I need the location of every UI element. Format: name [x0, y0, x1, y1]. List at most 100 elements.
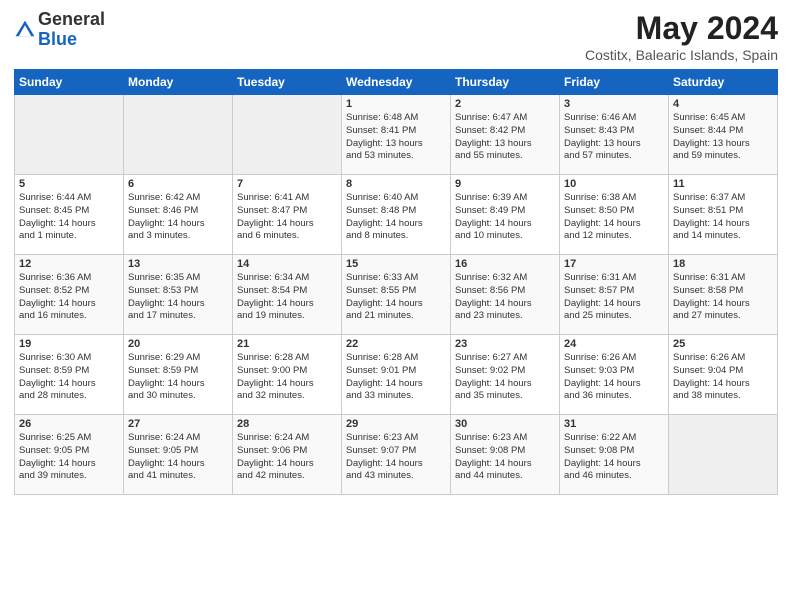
day-number: 24: [564, 338, 664, 350]
day-info: Sunrise: 6:42 AM Sunset: 8:46 PM Dayligh…: [128, 192, 228, 243]
day-cell: 8Sunrise: 6:40 AM Sunset: 8:48 PM Daylig…: [342, 175, 451, 255]
day-number: 10: [564, 178, 664, 190]
day-cell: 27Sunrise: 6:24 AM Sunset: 9:05 PM Dayli…: [124, 415, 233, 495]
day-cell: 26 Sunrise: 6:25 AM Sunset: 9:05 PM Dayli…: [15, 415, 124, 495]
day-info: Sunrise: 6:37 AM Sunset: 8:51 PM Dayligh…: [673, 192, 773, 243]
week-row-1: 1 Sunrise: 6:48 AM Sunset: 8:41 PM Daylig…: [15, 95, 778, 175]
day-info: Sunrise: 6:28 AM Sunset: 9:01 PM Dayligh…: [346, 352, 446, 403]
day-info: Sunrise: 6:44 AM Sunset: 8:45 PM Dayligh…: [19, 192, 119, 243]
day-info: Sunrise: 6:46 AM Sunset: 8:43 PM Dayligh…: [564, 112, 664, 163]
logo: General Blue: [14, 10, 105, 50]
page-header: General Blue May 2024 Costitx, Balearic …: [14, 10, 778, 63]
day-cell: 31Sunrise: 6:22 AM Sunset: 9:08 PM Dayli…: [560, 415, 669, 495]
day-number: 14: [237, 258, 337, 270]
col-header-monday: Monday: [124, 70, 233, 95]
day-info: Sunrise: 6:47 AM Sunset: 8:42 PM Dayligh…: [455, 112, 555, 163]
day-info: Sunrise: 6:28 AM Sunset: 9:00 PM Dayligh…: [237, 352, 337, 403]
day-info: Sunrise: 6:22 AM Sunset: 9:08 PM Dayligh…: [564, 432, 664, 483]
day-number: 3: [564, 98, 664, 110]
day-number: 9: [455, 178, 555, 190]
day-number: 18: [673, 258, 773, 270]
day-cell: 18 Sunrise: 6:31 AM Sunset: 8:58 PM Dayli…: [669, 255, 778, 335]
day-info: Sunrise: 6:29 AM Sunset: 8:59 PM Dayligh…: [128, 352, 228, 403]
day-number: 15: [346, 258, 446, 270]
col-header-friday: Friday: [560, 70, 669, 95]
day-cell: [233, 95, 342, 175]
day-cell: 2Sunrise: 6:47 AM Sunset: 8:42 PM Daylig…: [451, 95, 560, 175]
day-cell: 28Sunrise: 6:24 AM Sunset: 9:06 PM Dayli…: [233, 415, 342, 495]
day-number: 12: [19, 258, 119, 270]
title-block: May 2024 Costitx, Balearic Islands, Spai…: [585, 10, 778, 63]
day-info: Sunrise: 6:36 AM Sunset: 8:52 PM Dayligh…: [19, 272, 119, 323]
day-cell: 19 Sunrise: 6:30 AM Sunset: 8:59 PM Dayli…: [15, 335, 124, 415]
day-info: Sunrise: 6:23 AM Sunset: 9:07 PM Dayligh…: [346, 432, 446, 483]
day-cell: 21 Sunrise: 6:28 AM Sunset: 9:00 PM Dayli…: [233, 335, 342, 415]
day-cell: 13 Sunrise: 6:35 AM Sunset: 8:53 PM Dayli…: [124, 255, 233, 335]
day-number: 19: [19, 338, 119, 350]
day-cell: 16 Sunrise: 6:32 AM Sunset: 8:56 PM Dayli…: [451, 255, 560, 335]
day-cell: 22 Sunrise: 6:28 AM Sunset: 9:01 PM Dayli…: [342, 335, 451, 415]
day-info: Sunrise: 6:35 AM Sunset: 8:53 PM Dayligh…: [128, 272, 228, 323]
day-number: 17: [564, 258, 664, 270]
day-cell: 7Sunrise: 6:41 AM Sunset: 8:47 PM Daylig…: [233, 175, 342, 255]
day-number: 1: [346, 98, 446, 110]
day-cell: 12 Sunrise: 6:36 AM Sunset: 8:52 PM Dayli…: [15, 255, 124, 335]
day-number: 4: [673, 98, 773, 110]
subtitle: Costitx, Balearic Islands, Spain: [585, 47, 778, 63]
day-info: Sunrise: 6:41 AM Sunset: 8:47 PM Dayligh…: [237, 192, 337, 243]
day-cell: 14 Sunrise: 6:34 AM Sunset: 8:54 PM Dayli…: [233, 255, 342, 335]
col-header-wednesday: Wednesday: [342, 70, 451, 95]
col-header-thursday: Thursday: [451, 70, 560, 95]
day-info: Sunrise: 6:31 AM Sunset: 8:58 PM Dayligh…: [673, 272, 773, 323]
day-info: Sunrise: 6:27 AM Sunset: 9:02 PM Dayligh…: [455, 352, 555, 403]
day-number: 22: [346, 338, 446, 350]
day-info: Sunrise: 6:23 AM Sunset: 9:08 PM Dayligh…: [455, 432, 555, 483]
day-cell: 5 Sunrise: 6:44 AM Sunset: 8:45 PM Daylig…: [15, 175, 124, 255]
day-cell: 3 Sunrise: 6:46 AM Sunset: 8:43 PM Daylig…: [560, 95, 669, 175]
day-number: 5: [19, 178, 119, 190]
day-number: 28: [237, 418, 337, 430]
day-info: Sunrise: 6:48 AM Sunset: 8:41 PM Dayligh…: [346, 112, 446, 163]
day-cell: [669, 415, 778, 495]
week-row-4: 19 Sunrise: 6:30 AM Sunset: 8:59 PM Dayli…: [15, 335, 778, 415]
day-number: 16: [455, 258, 555, 270]
day-cell: 10Sunrise: 6:38 AM Sunset: 8:50 PM Dayli…: [560, 175, 669, 255]
day-info: Sunrise: 6:33 AM Sunset: 8:55 PM Dayligh…: [346, 272, 446, 323]
day-cell: [15, 95, 124, 175]
day-cell: 6 Sunrise: 6:42 AM Sunset: 8:46 PM Daylig…: [124, 175, 233, 255]
week-row-3: 12 Sunrise: 6:36 AM Sunset: 8:52 PM Dayli…: [15, 255, 778, 335]
day-info: Sunrise: 6:34 AM Sunset: 8:54 PM Dayligh…: [237, 272, 337, 323]
day-cell: 11Sunrise: 6:37 AM Sunset: 8:51 PM Dayli…: [669, 175, 778, 255]
day-info: Sunrise: 6:45 AM Sunset: 8:44 PM Dayligh…: [673, 112, 773, 163]
day-cell: 23Sunrise: 6:27 AM Sunset: 9:02 PM Dayli…: [451, 335, 560, 415]
day-info: Sunrise: 6:25 AM Sunset: 9:05 PM Dayligh…: [19, 432, 119, 483]
header-row: SundayMondayTuesdayWednesdayThursdayFrid…: [15, 70, 778, 95]
day-info: Sunrise: 6:32 AM Sunset: 8:56 PM Dayligh…: [455, 272, 555, 323]
col-header-saturday: Saturday: [669, 70, 778, 95]
day-cell: 4 Sunrise: 6:45 AM Sunset: 8:44 PM Daylig…: [669, 95, 778, 175]
day-cell: 15 Sunrise: 6:33 AM Sunset: 8:55 PM Dayli…: [342, 255, 451, 335]
day-cell: 9 Sunrise: 6:39 AM Sunset: 8:49 PM Daylig…: [451, 175, 560, 255]
day-info: Sunrise: 6:40 AM Sunset: 8:48 PM Dayligh…: [346, 192, 446, 243]
main-title: May 2024: [585, 10, 778, 47]
day-info: Sunrise: 6:30 AM Sunset: 8:59 PM Dayligh…: [19, 352, 119, 403]
day-number: 25: [673, 338, 773, 350]
day-number: 6: [128, 178, 228, 190]
day-cell: 29Sunrise: 6:23 AM Sunset: 9:07 PM Dayli…: [342, 415, 451, 495]
day-number: 26: [19, 418, 119, 430]
day-cell: 24 Sunrise: 6:26 AM Sunset: 9:03 PM Dayli…: [560, 335, 669, 415]
logo-blue-text: Blue: [38, 29, 77, 49]
day-cell: 17 Sunrise: 6:31 AM Sunset: 8:57 PM Dayli…: [560, 255, 669, 335]
day-info: Sunrise: 6:26 AM Sunset: 9:03 PM Dayligh…: [564, 352, 664, 403]
logo-text: General Blue: [38, 10, 105, 50]
col-header-tuesday: Tuesday: [233, 70, 342, 95]
day-info: Sunrise: 6:31 AM Sunset: 8:57 PM Dayligh…: [564, 272, 664, 323]
week-row-5: 26 Sunrise: 6:25 AM Sunset: 9:05 PM Dayli…: [15, 415, 778, 495]
calendar-table: SundayMondayTuesdayWednesdayThursdayFrid…: [14, 69, 778, 495]
day-number: 13: [128, 258, 228, 270]
day-cell: 20 Sunrise: 6:29 AM Sunset: 8:59 PM Dayli…: [124, 335, 233, 415]
logo-icon: [14, 19, 36, 41]
day-info: Sunrise: 6:39 AM Sunset: 8:49 PM Dayligh…: [455, 192, 555, 243]
day-number: 21: [237, 338, 337, 350]
day-number: 20: [128, 338, 228, 350]
